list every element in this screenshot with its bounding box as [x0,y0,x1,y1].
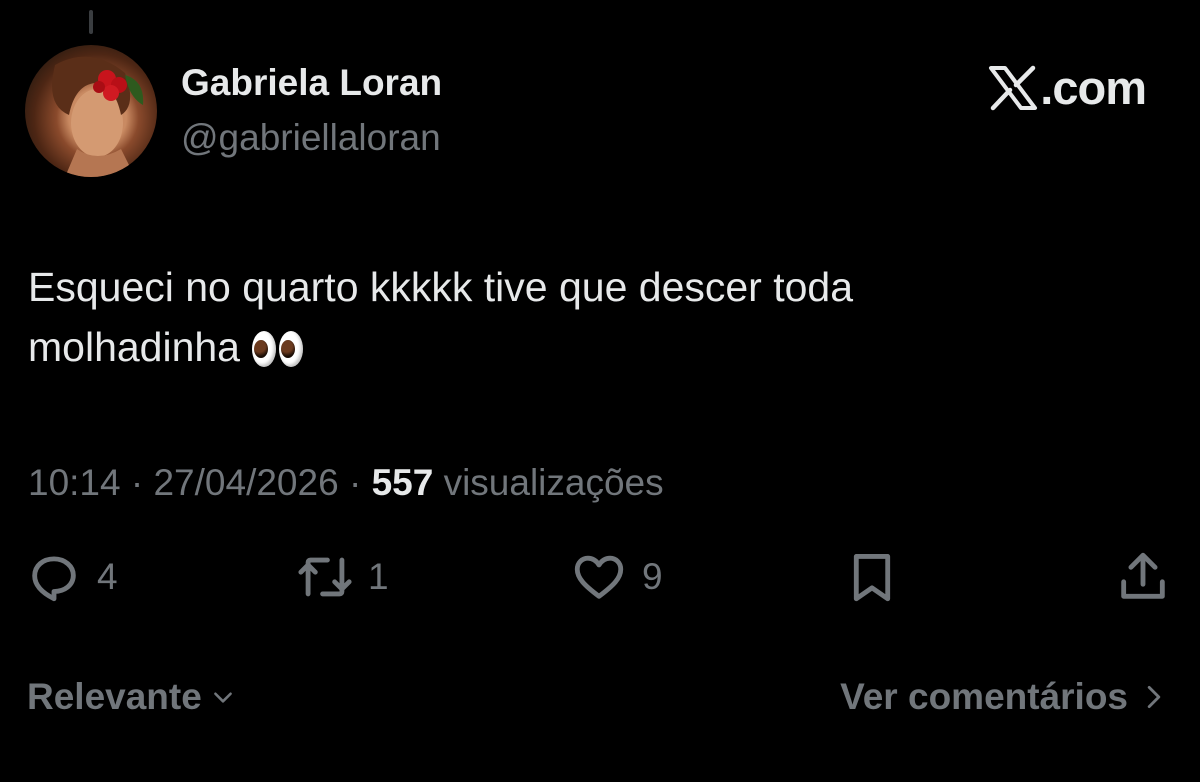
thread-connector-line [89,10,93,34]
chevron-right-icon [1147,685,1161,709]
like-count: 9 [642,556,663,597]
tweet-body: Esqueci no quarto kkkkk tive que descer … [28,264,854,370]
brand-label: .com [1040,61,1147,114]
tweet-date[interactable]: 27/04/2026 [153,462,338,503]
reply-count: 4 [97,556,118,597]
share-icon [1121,552,1165,599]
views-count: 557 [371,462,434,503]
sort-label: Relevante [27,676,202,717]
x-com-brand[interactable]: .com [988,60,1147,115]
view-comments-link[interactable]: Ver comentários [840,676,1166,718]
repost-icon [298,557,352,597]
tweet-text: Esqueci no quarto kkkkk tive que descer … [28,257,1148,377]
sort-relevance-dropdown[interactable]: Relevante [27,676,236,718]
avatar-image [52,56,144,177]
bookmark-button[interactable] [843,548,901,606]
bookmark-icon [853,554,891,602]
meta-separator: · [338,462,372,503]
repost-count: 1 [368,556,389,597]
eyes-emoji-icon [252,331,303,367]
avatar[interactable] [25,45,157,177]
author-handle[interactable]: @gabriellaloran [181,117,441,159]
tweet-meta: 10:14 · 27/04/2026 · 557 visualizações [28,462,664,504]
view-comments-label: Ver comentários [840,676,1128,717]
meta-separator: · [120,462,154,503]
action-bar: 4 1 9 [0,548,1200,612]
like-button[interactable]: 9 [570,548,663,606]
views-label: visualizações [433,462,664,503]
reply-icon [32,556,76,602]
author-name[interactable]: Gabriela Loran [181,62,442,104]
tweet-time[interactable]: 10:14 [28,462,121,503]
like-icon [574,555,624,599]
repost-button[interactable]: 1 [296,548,389,606]
reply-button[interactable]: 4 [25,548,118,606]
share-button[interactable] [1114,548,1172,606]
chevron-down-icon [213,692,232,703]
x-logo-icon [989,65,1038,110]
